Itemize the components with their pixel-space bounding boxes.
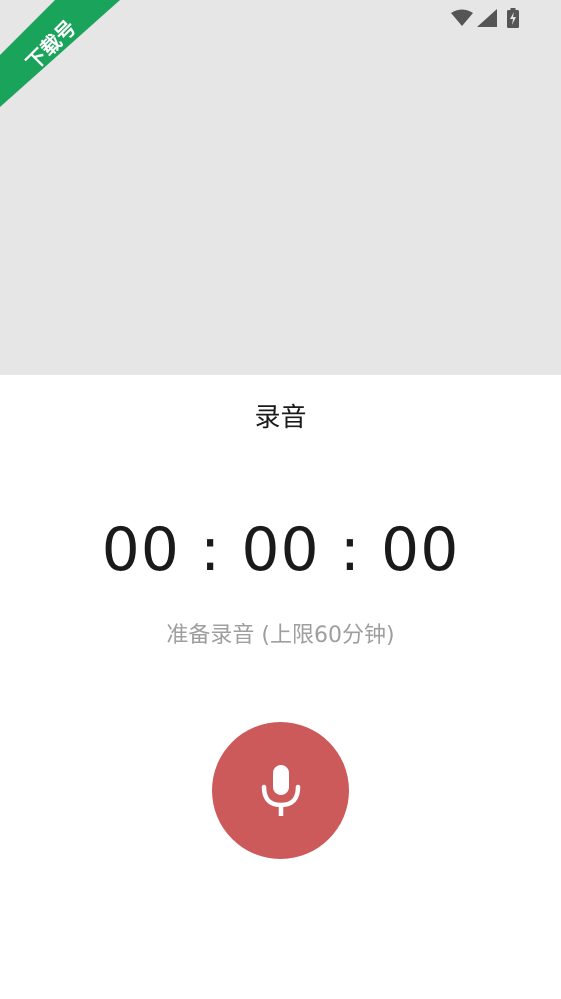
wifi-icon xyxy=(451,9,473,27)
record-button[interactable] xyxy=(212,722,349,859)
cellular-signal-icon xyxy=(477,9,497,27)
microphone-icon xyxy=(261,764,301,817)
recorder-panel: 录音 00 : 00 : 00 准备录音 (上限60分钟) xyxy=(0,375,561,999)
status-bar-icons xyxy=(451,8,519,28)
recording-status: 准备录音 (上限60分钟) xyxy=(166,623,395,648)
dimmed-background[interactable]: 下载号 xyxy=(0,0,561,375)
recorder-screen: 下载号 录音 00 : 00 : 00 准备录音 (上限60分钟) xyxy=(0,0,561,999)
panel-title: 录音 xyxy=(254,403,307,433)
recording-timer: 00 : 00 : 00 xyxy=(101,515,460,585)
watermark-ribbon: 下载号 xyxy=(0,0,150,150)
battery-charging-icon xyxy=(507,8,519,28)
